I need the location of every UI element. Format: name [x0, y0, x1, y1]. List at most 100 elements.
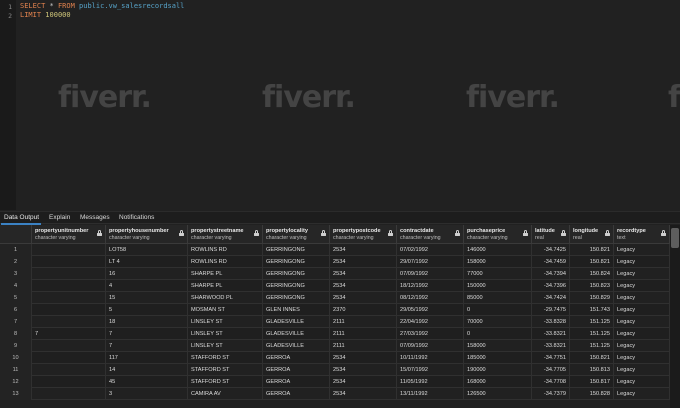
table-cell[interactable]: -34.7425	[532, 244, 570, 256]
table-cell[interactable]: 151.125	[570, 328, 614, 340]
table-cell[interactable]: 0	[464, 328, 532, 340]
table-cell[interactable]: 3	[106, 388, 188, 400]
code-line[interactable]: LIMIT 100000	[20, 11, 71, 19]
column-header-purchaseprice[interactable]: purchaseprice character varying	[464, 225, 532, 244]
table-cell[interactable]: GERRINGONG	[263, 256, 330, 268]
table-row[interactable]: 12 45 STAFFORD ST GERROA 2534 11/05/1992 16800…	[0, 376, 670, 388]
table-cell[interactable]: 2534	[330, 268, 397, 280]
table-cell[interactable]: MOSMAN ST	[188, 304, 263, 316]
table-cell[interactable]: 185000	[464, 352, 532, 364]
table-cell[interactable]	[32, 244, 106, 256]
tab-explain[interactable]: Explain	[49, 214, 70, 221]
table-cell[interactable]	[32, 316, 106, 328]
table-cell[interactable]: GLADESVILLE	[263, 340, 330, 352]
table-cell[interactable]: 85000	[464, 292, 532, 304]
table-row[interactable]: 2 LT 4 ROWLINS RD GERRINGONG 2534 29/07/1992 1…	[0, 256, 670, 268]
table-cell[interactable]: 150.821	[570, 256, 614, 268]
table-cell[interactable]: 27/03/1992	[397, 328, 464, 340]
table-cell[interactable]: 2534	[330, 388, 397, 400]
table-cell[interactable]: 117	[106, 352, 188, 364]
table-cell[interactable]: SHARPE PL	[188, 280, 263, 292]
table-cell[interactable]: 29/05/1992	[397, 304, 464, 316]
vertical-scrollbar[interactable]	[670, 225, 680, 408]
table-cell[interactable]: 7	[106, 328, 188, 340]
table-cell[interactable]: GLADESVILLE	[263, 316, 330, 328]
table-cell[interactable]: 150.823	[570, 280, 614, 292]
table-row[interactable]: 6 5 MOSMAN ST GLEN INNES 2370 29/05/1992 0 -29.…	[0, 304, 670, 316]
table-cell[interactable]: 158000	[464, 340, 532, 352]
table-cell[interactable]: 126500	[464, 388, 532, 400]
table-cell[interactable]: SHARWOOD PL	[188, 292, 263, 304]
table-cell[interactable]: 2111	[330, 316, 397, 328]
table-cell[interactable]	[32, 280, 106, 292]
table-row[interactable]: 5 15 SHARWOOD PL GERRINGONG 2534 08/12/1992 85…	[0, 292, 670, 304]
table-cell[interactable]	[32, 304, 106, 316]
table-row[interactable]: 10 117 STAFFORD ST GERROA 2534 10/11/1992 1850…	[0, 352, 670, 364]
table-cell[interactable]: GERRINGONG	[263, 280, 330, 292]
table-cell[interactable]: GLADESVILLE	[263, 328, 330, 340]
table-cell[interactable]: 16	[106, 268, 188, 280]
table-cell[interactable]: 150.817	[570, 376, 614, 388]
column-header-recordtype[interactable]: recordtype text	[614, 225, 670, 244]
column-header-propertypostcode[interactable]: propertypostcode character varying	[330, 225, 397, 244]
table-cell[interactable]: Legacy	[614, 340, 670, 352]
column-header-propertylocality[interactable]: propertylocality character varying	[263, 225, 330, 244]
table-cell[interactable]: 150000	[464, 280, 532, 292]
table-cell[interactable]: 77000	[464, 268, 532, 280]
table-cell[interactable]: GERRINGONG	[263, 268, 330, 280]
table-cell[interactable]: 168000	[464, 376, 532, 388]
column-header-latitude[interactable]: latitude real	[532, 225, 570, 244]
table-row[interactable]: 13 3 CAMIRA AV GERROA 2534 13/11/1992 126500 -3…	[0, 388, 670, 400]
table-cell[interactable]: Legacy	[614, 304, 670, 316]
table-cell[interactable]: 150.828	[570, 388, 614, 400]
table-cell[interactable]: 15/07/1992	[397, 364, 464, 376]
table-cell[interactable]: 2534	[330, 376, 397, 388]
table-cell[interactable]: 158000	[464, 256, 532, 268]
table-cell[interactable]	[32, 376, 106, 388]
table-row[interactable]: 9 7 LINSLEY ST GLADESVILLE 2111 07/09/1992 158…	[0, 340, 670, 352]
table-cell[interactable]: -33.8328	[532, 316, 570, 328]
table-cell[interactable]: -34.7705	[532, 364, 570, 376]
table-cell[interactable]: -33.8321	[532, 340, 570, 352]
table-row[interactable]: 1 LOT58 ROWLINS RD GERRINGONG 2534 07/02/1992…	[0, 244, 670, 256]
table-cell[interactable]: GERROA	[263, 364, 330, 376]
table-cell[interactable]	[32, 340, 106, 352]
table-cell[interactable]: 10/11/1992	[397, 352, 464, 364]
table-cell[interactable]: Legacy	[614, 364, 670, 376]
table-row[interactable]: 11 14 STAFFORD ST GERROA 2534 15/07/1992 19000…	[0, 364, 670, 376]
table-cell[interactable]: 190000	[464, 364, 532, 376]
table-cell[interactable]: Legacy	[614, 280, 670, 292]
table-cell[interactable]: LT 4	[106, 256, 188, 268]
table-cell[interactable]: 151.125	[570, 340, 614, 352]
data-grid[interactable]: propertyunitnumber character varying prope…	[0, 225, 670, 408]
table-cell[interactable]	[32, 256, 106, 268]
table-cell[interactable]: 70000	[464, 316, 532, 328]
column-header-contractdate[interactable]: contractdate character varying	[397, 225, 464, 244]
table-cell[interactable]: GERROA	[263, 388, 330, 400]
scrollbar-thumb[interactable]	[671, 228, 679, 248]
table-cell[interactable]: CAMIRA AV	[188, 388, 263, 400]
table-cell[interactable]: ROWLINS RD	[188, 244, 263, 256]
table-cell[interactable]: Legacy	[614, 376, 670, 388]
tab-notifications[interactable]: Notifications	[119, 214, 154, 221]
table-cell[interactable]: 45	[106, 376, 188, 388]
table-cell[interactable]	[32, 268, 106, 280]
table-cell[interactable]: 07/09/1992	[397, 340, 464, 352]
table-row[interactable]: 3 16 SHARPE PL GERRINGONG 2534 07/09/1992 7700…	[0, 268, 670, 280]
column-header-propertyunitnumber[interactable]: propertyunitnumber character varying	[32, 225, 106, 244]
table-cell[interactable]	[32, 364, 106, 376]
table-cell[interactable]: -33.8321	[532, 328, 570, 340]
table-cell[interactable]: 151.125	[570, 316, 614, 328]
table-cell[interactable]: Legacy	[614, 268, 670, 280]
table-cell[interactable]: SHARPE PL	[188, 268, 263, 280]
table-cell[interactable]: 151.743	[570, 304, 614, 316]
table-cell[interactable]: LINSLEY ST	[188, 340, 263, 352]
table-cell[interactable]: 2534	[330, 256, 397, 268]
tab-data-output[interactable]: Data Output	[4, 214, 39, 221]
table-cell[interactable]	[32, 388, 106, 400]
table-cell[interactable]: 2534	[330, 352, 397, 364]
table-cell[interactable]: 7	[32, 328, 106, 340]
table-cell[interactable]: 150.829	[570, 292, 614, 304]
table-cell[interactable]: 08/12/1992	[397, 292, 464, 304]
table-cell[interactable]: 07/02/1992	[397, 244, 464, 256]
